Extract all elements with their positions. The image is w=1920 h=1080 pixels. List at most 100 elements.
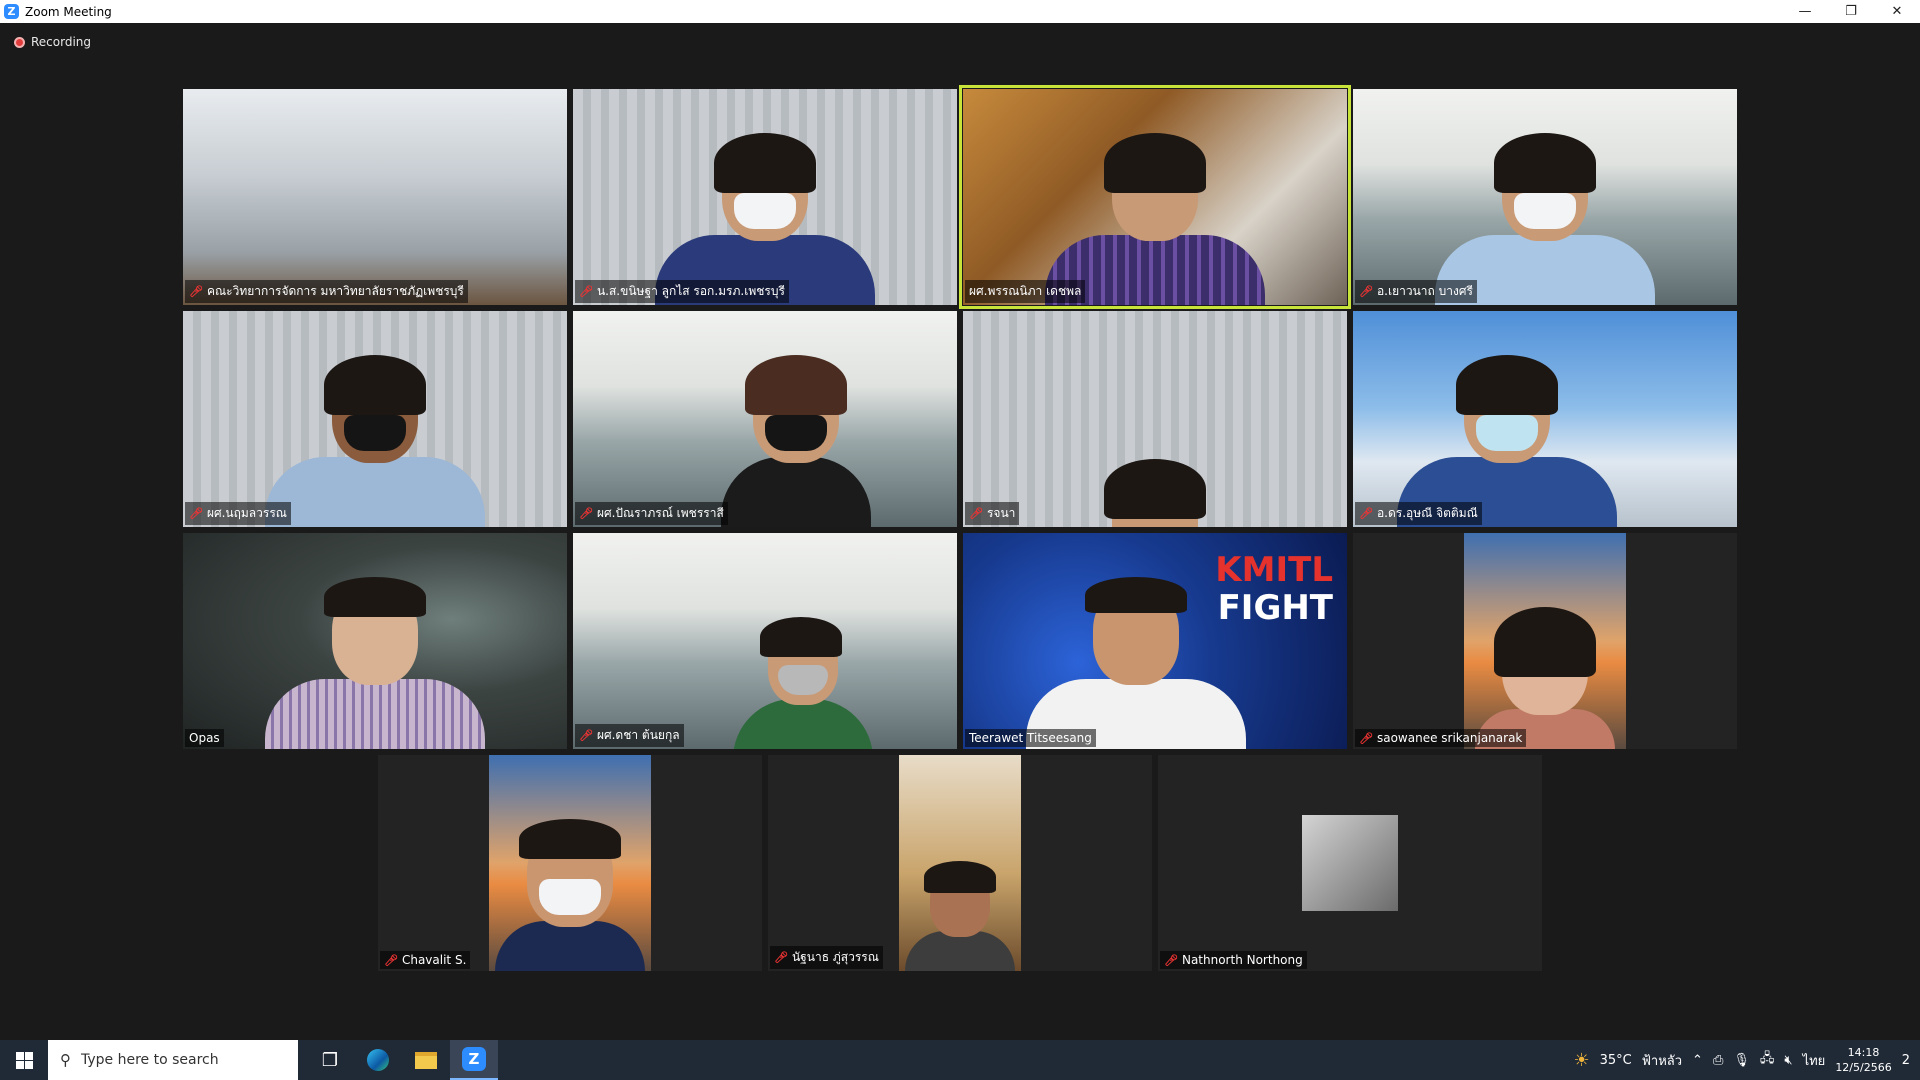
participant-name-tag: 🎤︎ อ.เยาวนาถ บางศรี (1355, 280, 1477, 303)
search-icon: ⚲ (60, 1051, 71, 1069)
participant-video (265, 355, 485, 527)
participant-name: คณะวิทยาการจัดการ มหาวิทยาลัยราชภัฏเพชรบ… (206, 284, 464, 298)
participant-video (1104, 459, 1206, 527)
weather-temperature[interactable]: 35°C (1600, 1053, 1632, 1068)
minimize-button[interactable]: — (1782, 0, 1828, 23)
participant-name: Chavalit S. (401, 953, 467, 967)
meet-now-icon[interactable]: ⎙ (1713, 1053, 1723, 1068)
video-feed (1464, 533, 1626, 749)
video-tile[interactable]: 🎤︎ Nathnorth Northong (1158, 755, 1542, 971)
notifications-badge[interactable]: 2 (1902, 1053, 1910, 1068)
participant-name-tag: 🎤︎ ผศ.ปัณราภรณ์ เพชรราสี (575, 502, 728, 525)
participant-video (905, 861, 1015, 971)
video-tile[interactable]: Opas (183, 533, 567, 749)
participant-name-tag: 🎤︎ Chavalit S. (380, 951, 471, 969)
restore-button[interactable]: ❐ (1828, 0, 1874, 23)
participant-name: saowanee srikanjanarak (1376, 731, 1523, 745)
participant-name: Nathnorth Northong (1181, 953, 1303, 967)
window-title: Zoom Meeting (25, 4, 112, 19)
video-tile[interactable]: 🎤︎ คณะวิทยาการจัดการ มหาวิทยาลัยราชภัฏเพ… (183, 89, 567, 305)
mic-muted-icon: 🎤︎ (579, 507, 593, 520)
participant-name-tag: 🎤︎ saowanee srikanjanarak (1355, 729, 1527, 747)
recording-dot-icon (14, 36, 25, 48)
taskbar-search-box[interactable]: ⚲ Type here to search (48, 1040, 298, 1080)
file-explorer-taskbar-button[interactable] (402, 1040, 450, 1080)
mic-muted-icon: 🎤︎ (189, 285, 203, 298)
kmitl-logo-line1: KMITL (1215, 550, 1333, 590)
participant-video (265, 577, 485, 749)
folder-icon (415, 1051, 437, 1069)
language-indicator[interactable]: ไทย (1803, 1050, 1826, 1071)
video-tile[interactable]: 🎤︎ นัฐนาธ ภู่สุวรรณ (768, 755, 1152, 971)
mic-muted-icon: 🎤︎ (189, 507, 203, 520)
participant-name: ผศ.ปัณราภรณ์ เพชรราสี (596, 506, 724, 520)
video-feed (183, 89, 567, 305)
mic-muted-icon: 🎤︎ (969, 507, 983, 520)
window-titlebar: Z Zoom Meeting — ❐ ✕ (0, 0, 1920, 23)
weather-sun-icon[interactable]: ☀ (1573, 1050, 1589, 1071)
participant-name-tag: 🎤︎ รจนา (965, 502, 1020, 525)
zoom-taskbar-button[interactable]: Z (450, 1040, 498, 1080)
video-tile[interactable]: 🎤︎ saowanee srikanjanarak (1353, 533, 1737, 749)
participant-name-tag: ผศ.พรรณนิภา เดชพล (965, 280, 1086, 303)
participant-name-tag: 🎤︎ น.ส.ขนิษฐา ลูกไส รอก.มรภ.เพชรบุรี (575, 280, 789, 303)
video-tile[interactable]: 🎤︎ ผศ.ปัณราภรณ์ เพชรราสี (573, 311, 957, 527)
video-tile[interactable]: 🎤︎ น.ส.ขนิษฐา ลูกไส รอก.มรภ.เพชรบุรี (573, 89, 957, 305)
participant-name: รจนา (986, 506, 1016, 520)
participant-name-tag: 🎤︎ อ.ดร.อุษณี จิตติมณี (1355, 502, 1482, 525)
mic-muted-icon: 🎤︎ (579, 285, 593, 298)
task-view-icon: ❐ (321, 1049, 339, 1071)
system-tray: ☀ 35°C ฟ้าหลัว ⌃ ⎙ 🎙︎ 🖧︎ 🔇︎ ไทย 14:18 12… (1573, 1040, 1920, 1080)
windows-taskbar: ⚲ Type here to search ❐ Z ☀ 35°C ฟ้าหลัว… (0, 1040, 1920, 1080)
participant-video (1025, 577, 1246, 749)
taskbar-apps: ❐ Z (306, 1040, 498, 1080)
close-button[interactable]: ✕ (1874, 0, 1920, 23)
mic-muted-icon: 🎤︎ (1359, 731, 1373, 745)
clock[interactable]: 14:18 12/5/2566 (1835, 1045, 1891, 1075)
participant-name: ผศ.ดชา ต้นยกุล (596, 728, 680, 742)
participant-name-tag: Opas (185, 729, 224, 747)
weather-condition[interactable]: ฟ้าหลัว (1642, 1050, 1682, 1071)
mic-muted-icon: 🎤︎ (579, 729, 593, 742)
participant-name: Opas (189, 731, 220, 745)
recording-indicator[interactable]: Recording (14, 35, 91, 49)
participant-name-tag: 🎤︎ นัฐนาธ ภู่สุวรรณ (770, 946, 883, 969)
video-feed (489, 755, 651, 971)
video-tile[interactable]: 🎤︎ อ.ดร.อุษณี จิตติมณี (1353, 311, 1737, 527)
video-tile[interactable]: 🎤︎ ผศ.นฤมลวรรณ (183, 311, 567, 527)
mic-muted-icon: 🎤︎ (1359, 285, 1373, 298)
clock-date: 12/5/2566 (1835, 1061, 1892, 1074)
participant-name-tag: 🎤︎ คณะวิทยาการจัดการ มหาวิทยาลัยราชภัฏเพ… (185, 280, 468, 303)
mic-muted-icon: 🎤︎ (1359, 507, 1373, 520)
participant-video (720, 355, 871, 527)
video-feed (899, 755, 1021, 971)
meeting-area: Recording 🎤︎ คณะวิทยาการจัดการ มหาวิทยาล… (0, 23, 1920, 1040)
video-tile[interactable]: KMITL FIGHT Teerawet Titseesang (963, 533, 1347, 749)
mic-muted-icon: 🎤︎ (1164, 953, 1178, 967)
clock-time: 14:18 (1847, 1046, 1880, 1059)
participant-name: ผศ.นฤมลวรรณ (206, 506, 287, 520)
participant-name: นัฐนาธ ภู่สุวรรณ (791, 950, 879, 964)
edge-browser-icon (367, 1049, 389, 1071)
zoom-logo-icon: Z (4, 4, 19, 19)
volume-muted-icon[interactable]: 🔇︎ (1784, 1053, 1792, 1068)
task-view-button[interactable]: ❐ (306, 1040, 354, 1080)
participant-name: อ.ดร.อุษณี จิตติมณี (1376, 506, 1478, 520)
chevron-up-icon[interactable]: ⌃ (1692, 1053, 1703, 1068)
video-tile[interactable]: 🎤︎ รจนา (963, 311, 1347, 527)
participant-video (495, 819, 645, 971)
video-tile-active-speaker[interactable]: ผศ.พรรณนิภา เดชพล (959, 85, 1351, 309)
video-tile[interactable]: 🎤︎ อ.เยาวนาถ บางศรี (1353, 89, 1737, 305)
mic-muted-icon: 🎤︎ (384, 953, 398, 967)
video-tile[interactable]: 🎤︎ Chavalit S. (378, 755, 762, 971)
participant-name-tag: Teerawet Titseesang (965, 729, 1096, 747)
video-tile[interactable]: 🎤︎ ผศ.ดชา ต้นยกุล (573, 533, 957, 749)
participant-name: อ.เยาวนาถ บางศรี (1376, 284, 1473, 298)
participant-name: Teerawet Titseesang (969, 731, 1092, 745)
edge-taskbar-button[interactable] (354, 1040, 402, 1080)
participant-name-tag: 🎤︎ ผศ.ดชา ต้นยกุล (575, 724, 684, 747)
network-icon[interactable]: 🖧︎ (1760, 1049, 1775, 1071)
microphone-icon[interactable]: 🎙︎ (1733, 1053, 1750, 1068)
recording-label: Recording (31, 35, 92, 49)
start-button[interactable] (0, 1040, 48, 1080)
